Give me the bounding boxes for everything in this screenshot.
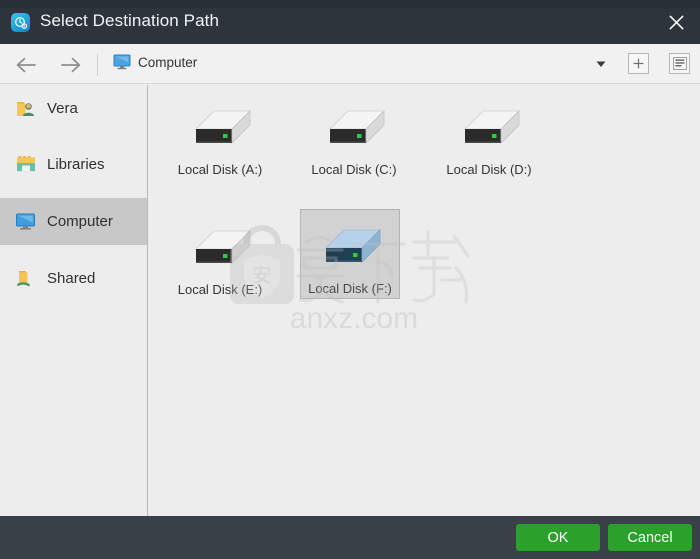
cancel-button[interactable]: Cancel xyxy=(608,524,692,551)
drive-label: Local Disk (C:) xyxy=(311,162,397,177)
sidebar-item-vera[interactable]: Vera xyxy=(0,85,147,132)
hard-disk-icon xyxy=(314,222,386,274)
shared-folder-icon xyxy=(15,269,37,289)
titlebar-top-strip xyxy=(0,0,700,8)
sidebar-item-label: Libraries xyxy=(47,156,105,173)
drive-list: Local Disk (A:) Local Disk (C:) Local Di… xyxy=(149,85,700,516)
drive-label: Local Disk (E:) xyxy=(177,282,263,297)
user-folder-icon xyxy=(15,99,37,119)
sidebar-item-libraries[interactable]: Libraries xyxy=(0,141,147,188)
drive-item-d[interactable]: Local Disk (D:) xyxy=(439,91,539,181)
breadcrumb[interactable]: Computer xyxy=(138,55,197,70)
hard-disk-icon xyxy=(184,223,256,275)
drive-label: Local Disk (D:) xyxy=(446,162,532,177)
sidebar-item-label: Computer xyxy=(47,213,113,230)
arrow-right-icon[interactable] xyxy=(56,53,86,77)
hard-disk-icon xyxy=(318,103,390,155)
hard-disk-icon xyxy=(453,103,525,155)
drive-item-e[interactable]: Local Disk (E:) xyxy=(170,211,270,301)
computer-monitor-icon xyxy=(15,212,37,232)
drive-label: Local Disk (F:) xyxy=(308,281,392,296)
sidebar-item-label: Vera xyxy=(47,100,78,117)
dialog-footer: OK Cancel xyxy=(0,516,700,559)
sidebar: Vera Libraries Computer Shared xyxy=(0,85,148,516)
clock-gear-icon xyxy=(11,13,30,32)
drive-item-f[interactable]: Local Disk (F:) xyxy=(300,209,400,299)
computer-monitor-icon xyxy=(113,54,131,70)
drive-label: Local Disk (A:) xyxy=(177,162,263,177)
toolbar-separator xyxy=(97,54,98,76)
sidebar-item-computer[interactable]: Computer xyxy=(0,198,147,245)
libraries-icon xyxy=(15,155,37,175)
ok-button[interactable]: OK xyxy=(516,524,600,551)
window-title: Select Destination Path xyxy=(40,11,220,30)
plus-icon[interactable] xyxy=(628,53,649,74)
select-destination-path-dialog: Select Destination Path Computer Vera Li… xyxy=(0,0,700,559)
sidebar-item-label: Shared xyxy=(47,270,96,287)
drive-item-a[interactable]: Local Disk (A:) xyxy=(170,91,270,181)
hard-disk-icon xyxy=(184,103,256,155)
list-view-icon[interactable] xyxy=(669,53,690,74)
close-icon[interactable] xyxy=(658,6,694,38)
arrow-left-icon[interactable] xyxy=(11,53,41,77)
title-bar: Select Destination Path xyxy=(0,0,700,44)
chevron-down-icon[interactable] xyxy=(594,57,608,69)
drive-item-c[interactable]: Local Disk (C:) xyxy=(304,91,404,181)
sidebar-item-shared[interactable]: Shared xyxy=(0,255,147,302)
